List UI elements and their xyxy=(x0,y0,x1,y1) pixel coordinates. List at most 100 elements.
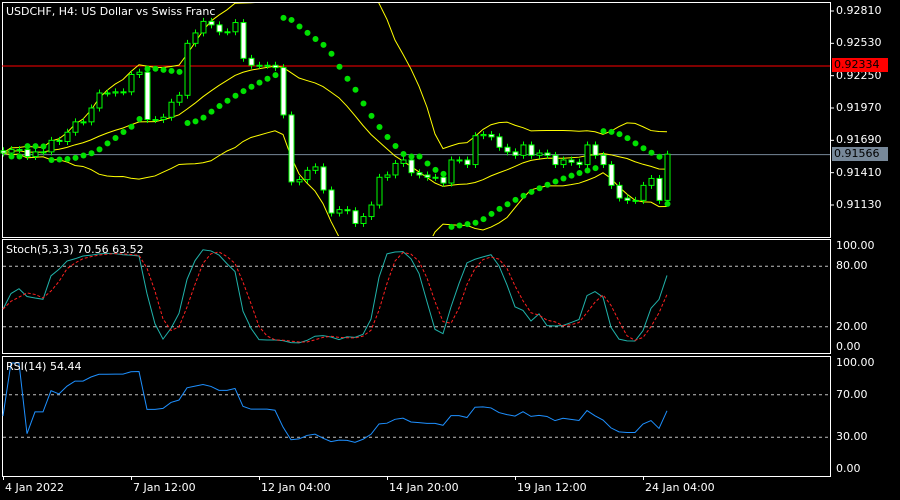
stoch-axis-label: 100.00 xyxy=(836,239,875,252)
parabolic-sar-dot xyxy=(408,153,415,160)
bear-candle-body xyxy=(600,154,607,166)
parabolic-sar-dot xyxy=(624,135,631,142)
stoch-panel-frame xyxy=(2,239,831,354)
parabolic-sar-dot xyxy=(264,75,271,82)
parabolic-sar-dot xyxy=(584,167,591,174)
time-axis-label: 19 Jan 12:00 xyxy=(517,481,587,494)
parabolic-sar-dot xyxy=(240,88,247,95)
bull-candle-body xyxy=(200,20,207,34)
parabolic-sar-dot xyxy=(304,29,311,36)
parabolic-sar-dot xyxy=(192,118,199,125)
price-axis-label: 0.91410 xyxy=(836,165,882,179)
bull-candle-body xyxy=(232,22,239,33)
bear-candle-body xyxy=(552,154,559,166)
bid-price-tag: 0.91566 xyxy=(832,147,888,161)
bull-candle-body xyxy=(160,116,167,121)
parabolic-sar-dot xyxy=(168,67,175,74)
parabolic-sar-dot xyxy=(352,86,359,93)
bull-candle-body xyxy=(88,107,95,123)
bear-candle-body xyxy=(272,64,279,69)
parabolic-sar-dot xyxy=(48,156,55,163)
bull-candle-body xyxy=(648,177,655,186)
time-axis-label: 7 Jan 12:00 xyxy=(133,481,196,494)
parabolic-sar-dot xyxy=(600,128,607,135)
bull-candle-body xyxy=(336,209,343,214)
rsi-axis-label: 70.00 xyxy=(836,387,868,401)
bull-candle-body xyxy=(368,204,375,218)
bear-candle-body xyxy=(352,210,359,224)
bull-candle-body xyxy=(64,131,71,142)
parabolic-sar-dot xyxy=(360,100,367,107)
bull-candle-body xyxy=(32,151,39,157)
rsi-axis-label: 100.00 xyxy=(836,356,875,369)
parabolic-sar-dot xyxy=(544,181,551,188)
bear-candle-body xyxy=(344,209,351,212)
parabolic-sar-dot xyxy=(256,79,263,86)
parabolic-sar-dot xyxy=(520,192,527,199)
bear-candle-body xyxy=(248,57,255,66)
bear-candle-body xyxy=(320,166,327,191)
parabolic-sar-dot xyxy=(648,149,655,156)
parabolic-sar-dot xyxy=(232,92,239,99)
bull-candle-body xyxy=(152,119,159,122)
bull-candle-body xyxy=(432,176,439,179)
bear-candle-body xyxy=(240,22,247,59)
bull-candle-body xyxy=(16,149,23,152)
bear-candle-body xyxy=(328,189,335,214)
parabolic-sar-dot xyxy=(616,131,623,138)
price-axis-label: 0.91970 xyxy=(836,100,882,114)
parabolic-sar-dot xyxy=(328,50,335,57)
bull-candle-body xyxy=(384,174,391,178)
parabolic-sar-dot xyxy=(608,128,615,135)
parabolic-sar-dot xyxy=(296,23,303,30)
parabolic-sar-dot xyxy=(464,221,471,228)
parabolic-sar-dot xyxy=(136,115,143,122)
bull-candle-body xyxy=(456,159,463,162)
parabolic-sar-dot xyxy=(280,14,287,21)
parabolic-sar-dot xyxy=(176,68,183,75)
bear-candle-body xyxy=(488,134,495,138)
bull-candle-body xyxy=(136,71,143,76)
parabolic-sar-dot xyxy=(560,175,567,182)
bull-candle-body xyxy=(8,149,15,154)
bear-candle-body xyxy=(216,24,223,33)
parabolic-sar-dot xyxy=(456,222,463,229)
parabolic-sar-dot xyxy=(24,143,31,150)
bear-candle-body xyxy=(496,136,503,148)
stoch-label: Stoch(5,3,3) 70.56 63.52 xyxy=(6,243,144,256)
bear-candle-body xyxy=(24,149,31,157)
parabolic-sar-dot xyxy=(552,178,559,185)
stoch-axis-label: 80.00 xyxy=(836,259,868,273)
parabolic-sar-dot xyxy=(528,188,535,195)
parabolic-sar-dot xyxy=(160,66,167,73)
bull-candle-body xyxy=(296,179,303,183)
time-axis-label: 14 Jan 20:00 xyxy=(389,481,459,494)
time-axis-label: 12 Jan 04:00 xyxy=(261,481,331,494)
parabolic-sar-dot xyxy=(8,153,15,160)
bollinger-upper xyxy=(3,3,668,154)
parabolic-sar-dot xyxy=(200,114,207,121)
bear-candle-body xyxy=(656,177,663,201)
ask-price-tag: 0.92334 xyxy=(832,58,888,72)
parabolic-sar-dot xyxy=(96,146,103,153)
parabolic-sar-dot xyxy=(224,97,231,104)
parabolic-sar-dot xyxy=(88,150,95,157)
bear-candle-body xyxy=(592,144,599,156)
parabolic-sar-dot xyxy=(320,41,327,48)
bull-candle-body xyxy=(560,159,567,166)
rsi-axis-label: 0.00 xyxy=(836,462,861,475)
bull-candle-body xyxy=(536,152,543,156)
bull-candle-body xyxy=(168,101,175,118)
bull-candle-body xyxy=(264,64,271,67)
bollinger-lower xyxy=(3,130,668,236)
bear-candle-body xyxy=(144,71,151,121)
parabolic-sar-dot xyxy=(184,120,191,127)
parabolic-sar-dot xyxy=(336,63,343,70)
parabolic-sar-dot xyxy=(664,200,671,207)
parabolic-sar-dot xyxy=(32,143,39,150)
bull-candle-body xyxy=(664,153,671,201)
parabolic-sar-dot xyxy=(432,166,439,173)
rsi-line xyxy=(2,362,668,443)
bull-candle-body xyxy=(304,169,311,181)
bull-candle-body xyxy=(104,92,111,95)
